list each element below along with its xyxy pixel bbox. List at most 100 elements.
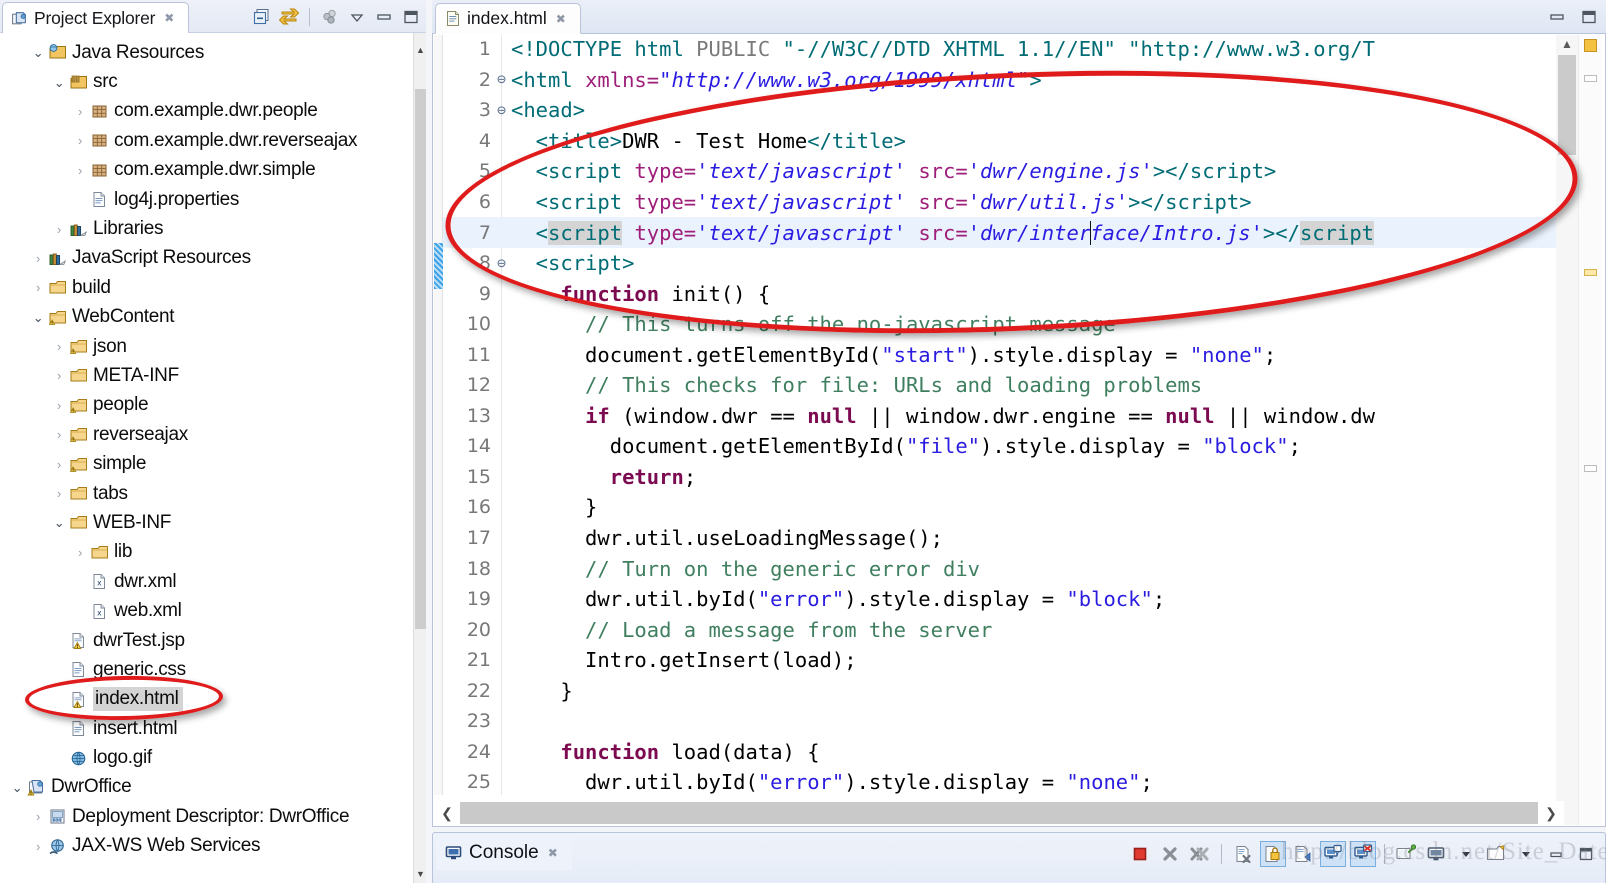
project-tree[interactable]: ⌄ Java Resources ⌄ src › com.example.dwr.peop…	[0, 33, 413, 883]
warning-marker[interactable]	[1584, 269, 1597, 276]
tree-item-build[interactable]: › build	[0, 273, 413, 302]
open-console-icon[interactable]	[1483, 841, 1509, 867]
chevron-down-icon[interactable]: ⌄	[51, 76, 67, 89]
code-text[interactable]: dwr.util.byId("error").style.display = "…	[508, 770, 1153, 794]
code-text[interactable]: <head>	[508, 98, 585, 122]
code-line[interactable]: 17 dwr.util.useLoadingMessage();	[443, 523, 1569, 554]
tree-item-meta-inf[interactable]: › META-INF	[0, 361, 413, 390]
code-text[interactable]: <title>DWR - Test Home</title>	[508, 129, 906, 153]
scroll-left-icon[interactable]: ❮	[434, 802, 460, 824]
maximize-icon[interactable]	[400, 6, 422, 28]
close-icon[interactable]: ✖	[556, 13, 566, 25]
remove-all-terminated-icon[interactable]	[1187, 841, 1213, 867]
maximize-icon[interactable]	[1573, 841, 1599, 867]
tree-item-src[interactable]: ⌄ src	[0, 67, 413, 96]
show-console-on-error-icon[interactable]	[1350, 841, 1376, 867]
code-line[interactable]: 14 document.getElementById("file").style…	[443, 431, 1569, 462]
chevron-right-icon[interactable]: ›	[30, 281, 46, 294]
code-line[interactable]: 5 <script type='text/javascript' src='dw…	[443, 156, 1569, 187]
display-selected-console-icon[interactable]	[1423, 841, 1449, 867]
code-text[interactable]: <script>	[508, 251, 635, 275]
collapse-all-icon[interactable]	[251, 6, 273, 28]
close-icon[interactable]: ✖	[548, 847, 558, 859]
code-line[interactable]: 23	[443, 706, 1569, 737]
code-line[interactable]: 3 ⊖ <head>	[443, 95, 1569, 126]
minimize-icon[interactable]	[1546, 6, 1568, 28]
chevron-right-icon[interactable]: ›	[30, 840, 46, 853]
tree-item-generic-css[interactable]: generic.css	[0, 655, 413, 684]
chevron-right-icon[interactable]: ›	[72, 164, 88, 177]
tree-item-web-inf[interactable]: ⌄ WEB-INF	[0, 508, 413, 537]
code-text[interactable]: <script type='text/javascript' src='dwr/…	[508, 220, 1375, 245]
editor-vertical-scrollbar[interactable]: ▲	[1556, 35, 1578, 825]
view-menu-icon[interactable]	[346, 6, 368, 28]
view-filter-icon[interactable]	[319, 6, 341, 28]
tab-index-html[interactable]: index.html ✖	[435, 3, 581, 34]
tree-item-reverseajax[interactable]: › reverseajax	[0, 420, 413, 449]
code-text[interactable]: function init() {	[508, 282, 770, 306]
chevron-right-icon[interactable]: ›	[30, 252, 46, 265]
code-line[interactable]: 2 ⊖ <html xmlns="http://www.w3.org/1999/xh…	[443, 65, 1569, 96]
maximize-icon[interactable]	[1578, 6, 1600, 28]
tree-item-tabs[interactable]: › tabs	[0, 479, 413, 508]
chevron-right-icon[interactable]: ›	[51, 399, 67, 412]
tree-item-insert-html[interactable]: insert.html	[0, 714, 413, 743]
code-line[interactable]: 25 dwr.util.byId("error").style.display …	[443, 767, 1569, 798]
code-text[interactable]: Intro.getInsert(load);	[508, 648, 857, 672]
chevron-right-icon[interactable]: ›	[51, 458, 67, 471]
tree-item-index-html[interactable]: index.html	[0, 685, 413, 714]
code-line[interactable]: 16 }	[443, 492, 1569, 523]
scroll-right-icon[interactable]: ❯	[1538, 802, 1564, 824]
code-text[interactable]: dwr.util.useLoadingMessage();	[508, 526, 943, 550]
scrollbar-thumb[interactable]	[460, 802, 1538, 824]
code-text[interactable]: <!DOCTYPE html PUBLIC "-//W3C//DTD XHTML…	[508, 37, 1375, 61]
code-line[interactable]: 11 document.getElementById("start").styl…	[443, 339, 1569, 370]
code-line[interactable]: 9 function init() {	[443, 278, 1569, 309]
tree-item-libraries[interactable]: › Libraries	[0, 214, 413, 243]
scroll-lock-icon[interactable]	[1260, 841, 1286, 867]
tab-project-explorer[interactable]: Project Explorer ✖	[2, 2, 190, 33]
terminate-icon[interactable]	[1127, 841, 1153, 867]
chevron-right-icon[interactable]: ›	[51, 487, 67, 500]
tree-item-json[interactable]: › json	[0, 332, 413, 361]
chevron-down-icon[interactable]: ⌄	[30, 46, 46, 59]
tree-item-logo-gif[interactable]: logo.gif	[0, 743, 413, 772]
code-text[interactable]: <script type='text/javascript' src='dwr/…	[508, 190, 1252, 214]
code-line[interactable]: 10 // This turns off the no-javascript m…	[443, 309, 1569, 340]
scrollbar-thumb[interactable]	[1558, 55, 1576, 155]
chevron-down-icon[interactable]: ⌄	[51, 516, 67, 529]
chevron-right-icon[interactable]: ›	[72, 105, 88, 118]
scroll-up-icon[interactable]: ▲	[1556, 35, 1578, 53]
fold-collapse-icon[interactable]: ⊖	[495, 72, 508, 87]
tree-item-lib[interactable]: › lib	[0, 538, 413, 567]
chevron-right-icon[interactable]: ›	[51, 223, 67, 236]
code-line[interactable]: 13 if (window.dwr == null || window.dwr.…	[443, 401, 1569, 432]
show-console-on-output-icon[interactable]	[1320, 841, 1346, 867]
fold-collapse-icon[interactable]: ⊖	[495, 102, 508, 118]
chevron-right-icon[interactable]: ›	[51, 340, 67, 353]
chevron-right-icon[interactable]: ›	[30, 810, 46, 823]
code-line[interactable]: 21 Intro.getInsert(load);	[443, 645, 1569, 676]
tree-item-webcontent[interactable]: ⌄ WebContent	[0, 303, 413, 332]
tree-item-deployment-descriptor-dwroffice[interactable]: › 3.1 Deployment Descriptor: DwrOffice	[0, 802, 413, 831]
code-text[interactable]: document.getElementById("start").style.d…	[508, 343, 1276, 367]
code-text[interactable]: }	[508, 495, 597, 519]
code-line[interactable]: 7 <script type='text/javascript' src='dw…	[443, 217, 1569, 248]
tree-item-javascript-resources[interactable]: › JavaScript Resources	[0, 244, 413, 273]
chevron-down-icon[interactable]: ⌄	[9, 781, 25, 794]
code-text[interactable]: dwr.util.byId("error").style.display = "…	[508, 587, 1165, 611]
tree-item-dwr-xml[interactable]: x dwr.xml	[0, 567, 413, 596]
close-icon[interactable]: ✖	[164, 12, 174, 24]
link-with-editor-icon[interactable]	[278, 6, 300, 28]
code-text[interactable]: <script type='text/javascript' src='dwr/…	[508, 159, 1277, 183]
code-text[interactable]: return;	[508, 465, 696, 489]
project-explorer-scrollbar[interactable]: ▲ ▼	[413, 33, 426, 883]
display-console-dropdown-icon[interactable]	[1453, 841, 1479, 867]
open-console-dropdown-icon[interactable]	[1513, 841, 1539, 867]
code-line[interactable]: 20 // Load a message from the server	[443, 614, 1569, 645]
code-lines[interactable]: 1 <!DOCTYPE html PUBLIC "-//W3C//DTD XHTM…	[443, 34, 1569, 806]
code-line[interactable]: 8 ⊖ <script>	[443, 248, 1569, 279]
code-text[interactable]: <html xmlns="http://www.w3.org/1999/xhtm…	[508, 68, 1042, 92]
minimize-icon[interactable]	[373, 6, 395, 28]
tree-item-dwroffice[interactable]: ⌄ DwrOffice	[0, 773, 413, 802]
